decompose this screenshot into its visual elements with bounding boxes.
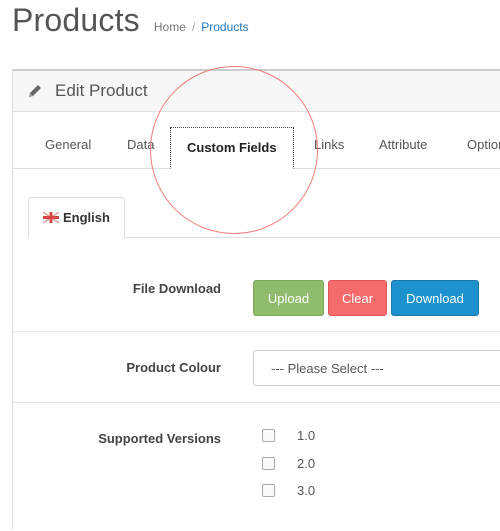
language-tab-bar: English — [28, 197, 500, 238]
version-checkbox-1[interactable] — [262, 429, 275, 442]
edit-product-panel: Edit Product General Data Links Attribut… — [12, 69, 500, 529]
tab-links[interactable]: Links — [314, 137, 344, 152]
version-checkbox-2[interactable] — [262, 457, 275, 470]
product-colour-row: Product Colour --- Please Select --- — [13, 332, 500, 403]
page-header: Products Home / Products — [12, 2, 249, 52]
tab-data[interactable]: Data — [127, 137, 154, 152]
version-option-label-2: 2.0 — [297, 456, 316, 471]
file-download-row: File Download Upload Clear Download — [13, 261, 500, 332]
language-tab-label: English — [63, 210, 110, 225]
language-tab-english[interactable]: English — [28, 197, 125, 238]
tab-general[interactable]: General — [45, 137, 91, 152]
file-download-label: File Download — [132, 281, 221, 296]
tab-custom-fields[interactable]: Custom Fields — [170, 127, 294, 169]
tab-attribute[interactable]: Attribute — [379, 137, 427, 152]
download-button[interactable]: Download — [391, 280, 479, 316]
version-option-1[interactable]: 1.0 — [262, 428, 315, 443]
panel-title: Edit Product — [55, 81, 148, 100]
pencil-icon — [29, 85, 41, 97]
version-option-2[interactable]: 2.0 — [262, 456, 315, 471]
version-option-label-1: 1.0 — [297, 428, 316, 443]
panel-heading: Edit Product — [13, 71, 500, 112]
version-option-3[interactable]: 3.0 — [262, 483, 315, 498]
product-colour-select[interactable]: --- Please Select --- — [253, 350, 500, 386]
uk-flag-icon — [43, 212, 59, 223]
page-title: Products — [12, 2, 140, 38]
breadcrumb-home[interactable]: Home — [154, 20, 186, 34]
breadcrumb-products[interactable]: Products — [201, 20, 248, 34]
breadcrumb-separator: / — [191, 20, 196, 34]
product-colour-label: Product Colour — [126, 360, 221, 375]
version-checkbox-3[interactable] — [262, 484, 275, 497]
breadcrumb: Home / Products — [154, 20, 249, 34]
supported-versions-label: Supported Versions — [98, 431, 221, 446]
supported-versions-row: Supported Versions — [13, 403, 500, 531]
clear-button[interactable]: Clear — [328, 280, 387, 316]
upload-button[interactable]: Upload — [253, 280, 324, 316]
tab-bar: General Data Links Attribute Option Cust… — [13, 127, 500, 169]
version-option-label-3: 3.0 — [297, 483, 316, 498]
tab-option[interactable]: Option — [467, 137, 500, 152]
